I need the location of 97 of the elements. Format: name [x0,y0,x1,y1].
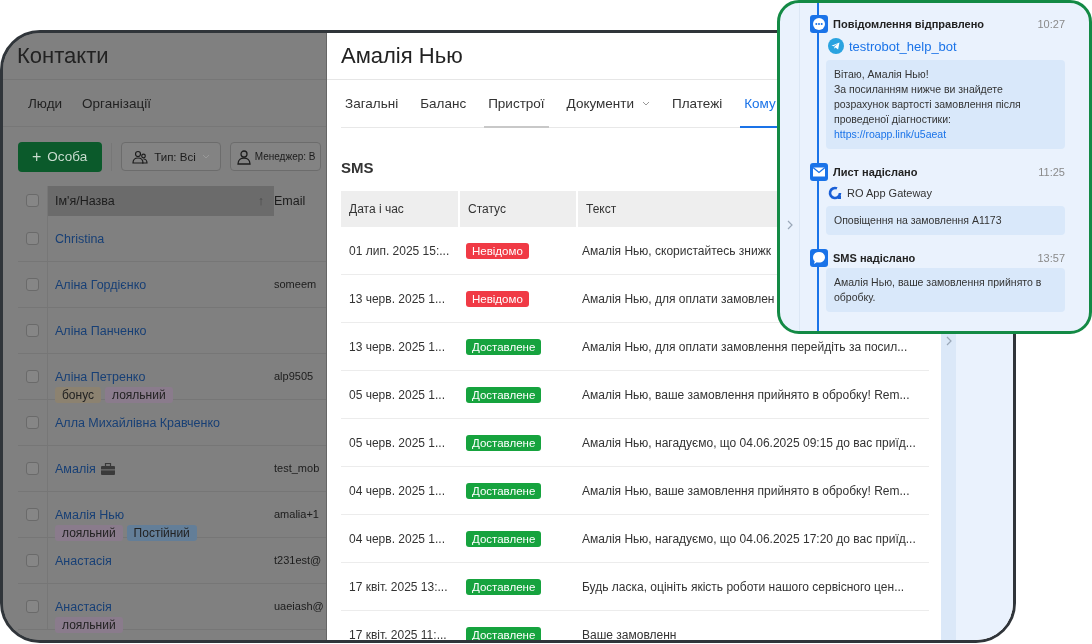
contact-link[interactable]: Анастасія [55,554,112,568]
event-time: 11:25 [1038,166,1065,178]
table-cell: Амалія Нью, нагадуємо, що 04.06.2025 09:15 до вас приїд... [582,435,916,450]
email-text: t231est@ [274,554,322,566]
column-header: Дата і час [341,191,458,227]
tab[interactable]: Пристрої [484,80,549,128]
tab[interactable]: Платежі [668,80,727,128]
email-text: uaeiash@ [274,600,324,612]
contact-link[interactable]: Анастасія [55,600,112,614]
status-badge: Доставлене [466,626,542,640]
envelope-icon [810,163,828,181]
checkbox[interactable] [26,554,39,567]
column-header: Статус [460,191,576,227]
tag: лояльний [55,617,123,633]
status-badge: Доставлене [466,434,542,451]
table-cell-text: 04 черв. 2025 1... [348,483,447,498]
event-title: Лист надіслано [833,166,919,178]
tab[interactable]: Загальні [341,80,403,128]
chevron-right-icon [945,335,952,346]
status-badge: Доставлене [466,482,542,499]
caret-icon [642,100,651,106]
table-cell-text: 05 черв. 2025 1... [348,387,447,402]
table-cell: Амалія Нью, для оплати замовлення перейдіть за посил... [582,339,908,354]
tag: бонус [55,387,102,403]
column-header[interactable]: Ім'я/Назва ↑ [48,186,274,216]
status-badge: Доставлене [466,338,542,355]
email-text: someem [274,278,317,290]
contact-link[interactable]: Алла Михайлівна Кравченко [55,416,221,430]
checkbox[interactable] [26,462,39,475]
channel-name[interactable]: testrobot_help_bot [849,38,957,54]
message-text: За посиланням нижче ви знайдете розрахунок вартості замовлення після проведеної діагностики: [834,82,1022,127]
checkbox[interactable] [26,324,39,337]
status-badge: Доставлене [466,386,542,403]
people-icon [132,149,149,164]
table-cell-text: 13 черв. 2025 1... [348,291,447,306]
contact-link[interactable]: Christina [55,232,105,246]
tab[interactable]: Документи [562,80,655,128]
contact-link[interactable]: Амалія [55,462,96,476]
status-badge: Невідомо [466,242,529,259]
filter-dropdown[interactable]: Тип: Всі [121,142,221,171]
ring-logo-icon [828,186,842,200]
table-cell-text: 17 квіт. 2025 13:... [348,579,449,594]
tag: лояльний [105,387,173,403]
contact-link[interactable]: Аліна Петренко [55,370,146,384]
table-cell-text: 05 черв. 2025 1... [348,435,447,450]
message-text: Вітаю, Амалія Нью! [834,67,930,82]
chevron-right-icon [786,220,793,230]
add-person-button[interactable]: + Особа [18,141,103,172]
email-text: test_mob [274,462,320,474]
filter-dropdown[interactable]: Менеджер: В [229,142,322,171]
chat-bubble-icon [810,15,828,33]
checkbox[interactable] [26,194,39,207]
table-cell: Будь ласка, оцініть якість роботи нашого сервісного цен... [582,579,905,594]
contact-link[interactable]: Амалія Нью [55,508,125,522]
email-text: amalia+1 [274,508,319,520]
email-text: alp9505 [274,370,314,382]
table-cell-text: 01 лип. 2025 15:... [348,243,451,258]
tab[interactable]: Баланс [416,80,471,128]
section-title: SMS [341,158,374,178]
sort-icon: ↑ [257,194,264,216]
table-cell: Ваше замовленн [582,627,677,640]
table-cell-text: 13 черв. 2025 1... [348,339,447,354]
table-cell-text: 04 черв. 2025 1... [348,531,447,546]
table-cell-text: 17 квіт. 2025 11:... [348,627,448,640]
status-badge: Доставлене [466,530,542,547]
contact-name-title: Амалія Нью [341,43,463,69]
person-icon [235,148,252,165]
contact-link[interactable]: Аліна Гордієнко [55,278,147,292]
paper-plane-icon [828,38,844,54]
table-cell: Амалія Нью, нагадуємо, що 04.06.2025 17:20 до вас приїд... [582,531,916,546]
tab[interactable]: Люди [28,95,63,111]
event-time: 10:27 [1037,18,1065,30]
table-cell: Амалія Нью, ваше замовлення прийнято в обробку! Rem... [582,387,910,402]
event-title: SMS надіслано [833,252,917,264]
contact-link[interactable]: Аліна Панченко [55,324,147,338]
checkbox[interactable] [26,232,39,245]
message-text: Амалія Нью, ваше замовлення прийнято в обробку. [834,275,1043,305]
tag: Постійний [126,525,197,541]
checkbox[interactable] [26,600,39,613]
speech-bubble-icon [810,249,828,267]
status-badge: Доставлене [466,578,542,595]
table-cell: Амалія Нью, ваше замовлення прийнято в обробку! Rem... [582,483,910,498]
briefcase-icon [100,463,115,475]
table-cell: Амалія Нью, для оплати замовлен [582,291,775,306]
page-title: Контакти [17,43,109,69]
checkbox[interactable] [26,416,39,429]
message-link[interactable]: https://roapp.link/u5aeat [834,127,947,142]
checkbox[interactable] [26,278,39,291]
tab[interactable]: Організації [82,95,151,111]
tag: лояльний [55,525,123,541]
checkbox[interactable] [26,370,39,383]
table-cell: Амалія Нью, скористайтесь знижк [582,243,771,258]
checkbox[interactable] [26,508,39,521]
event-time: 13:57 [1037,252,1065,264]
event-title: Повідомлення відправлено [833,18,986,30]
column-header[interactable]: Email [274,186,326,216]
status-badge: Невідомо [466,290,529,307]
